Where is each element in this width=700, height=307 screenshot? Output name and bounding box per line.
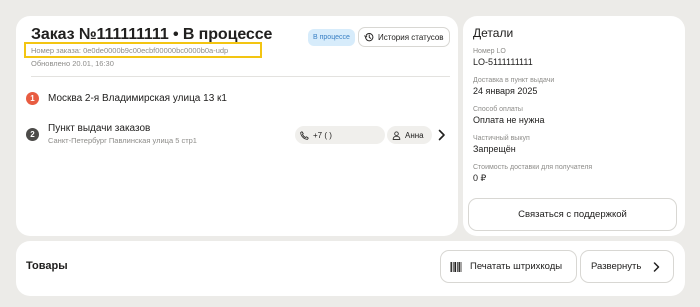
contact-chip[interactable]: Анна [387, 126, 432, 144]
phone-icon [300, 130, 309, 140]
updated-timestamp: Обновлено 20.01, 16:30 [31, 59, 114, 68]
details-heading: Детали [473, 26, 514, 40]
expand-button[interactable]: Развернуть [580, 250, 674, 283]
phone-number: +7 ( ) [313, 130, 332, 140]
chevron-right-icon[interactable] [437, 129, 446, 141]
barcode-icon [450, 261, 462, 272]
status-history-label: История статусов [378, 32, 444, 42]
detail-label: Доставка в пункт выдачи [473, 77, 555, 84]
order-card: Заказ №111111111 • В процессе В процессе… [16, 16, 458, 236]
phone-chip[interactable]: +7 ( ) [295, 126, 385, 144]
contact-name: Анна [405, 130, 424, 140]
detail-label: Стоимость доставки для получателя [473, 164, 593, 171]
detail-value: LO-5111111111 [473, 57, 533, 67]
route-point-address: Москва 2-я Владимирская улица 13 к1 [48, 93, 227, 104]
goods-title: Товары [26, 260, 68, 272]
chevron-right-icon [654, 261, 660, 272]
contact-support-button[interactable]: Связаться с поддержкой [468, 198, 677, 231]
status-badge: В процессе [308, 29, 355, 46]
print-barcodes-button[interactable]: Печатать штрихкоды [440, 250, 577, 283]
detail-label: Частичный выкуп [473, 135, 530, 142]
route-point-number: 1 [26, 92, 39, 105]
pickup-point-title: Пункт выдачи заказов [48, 123, 151, 134]
detail-value: Оплата не нужна [473, 115, 545, 125]
print-barcodes-label: Печатать штрихкоды [470, 261, 563, 272]
expand-label: Развернуть [591, 261, 642, 272]
detail-label: Способ оплаты [473, 106, 523, 113]
detail-value: Запрещён [473, 144, 516, 154]
history-icon [364, 32, 374, 42]
person-icon [392, 130, 401, 140]
details-card: Детали Номер LO LO-5111111111 Доставка в… [463, 16, 685, 236]
order-number: Номер заказа: 0e0de0000b9c00ecbf00000bc0… [31, 46, 229, 55]
detail-value: 24 января 2025 [473, 86, 538, 96]
route-point-number: 2 [26, 128, 39, 141]
status-history-button[interactable]: История статусов [358, 27, 450, 47]
divider [31, 76, 450, 77]
pickup-point-address: Санкт-Петербург Павлинская улица 5 стр1 [48, 136, 197, 145]
goods-card: Товары Печатать штрихкоды Развернуть [16, 241, 685, 296]
detail-value: 0 ₽ [473, 173, 487, 183]
detail-label: Номер LO [473, 48, 506, 55]
